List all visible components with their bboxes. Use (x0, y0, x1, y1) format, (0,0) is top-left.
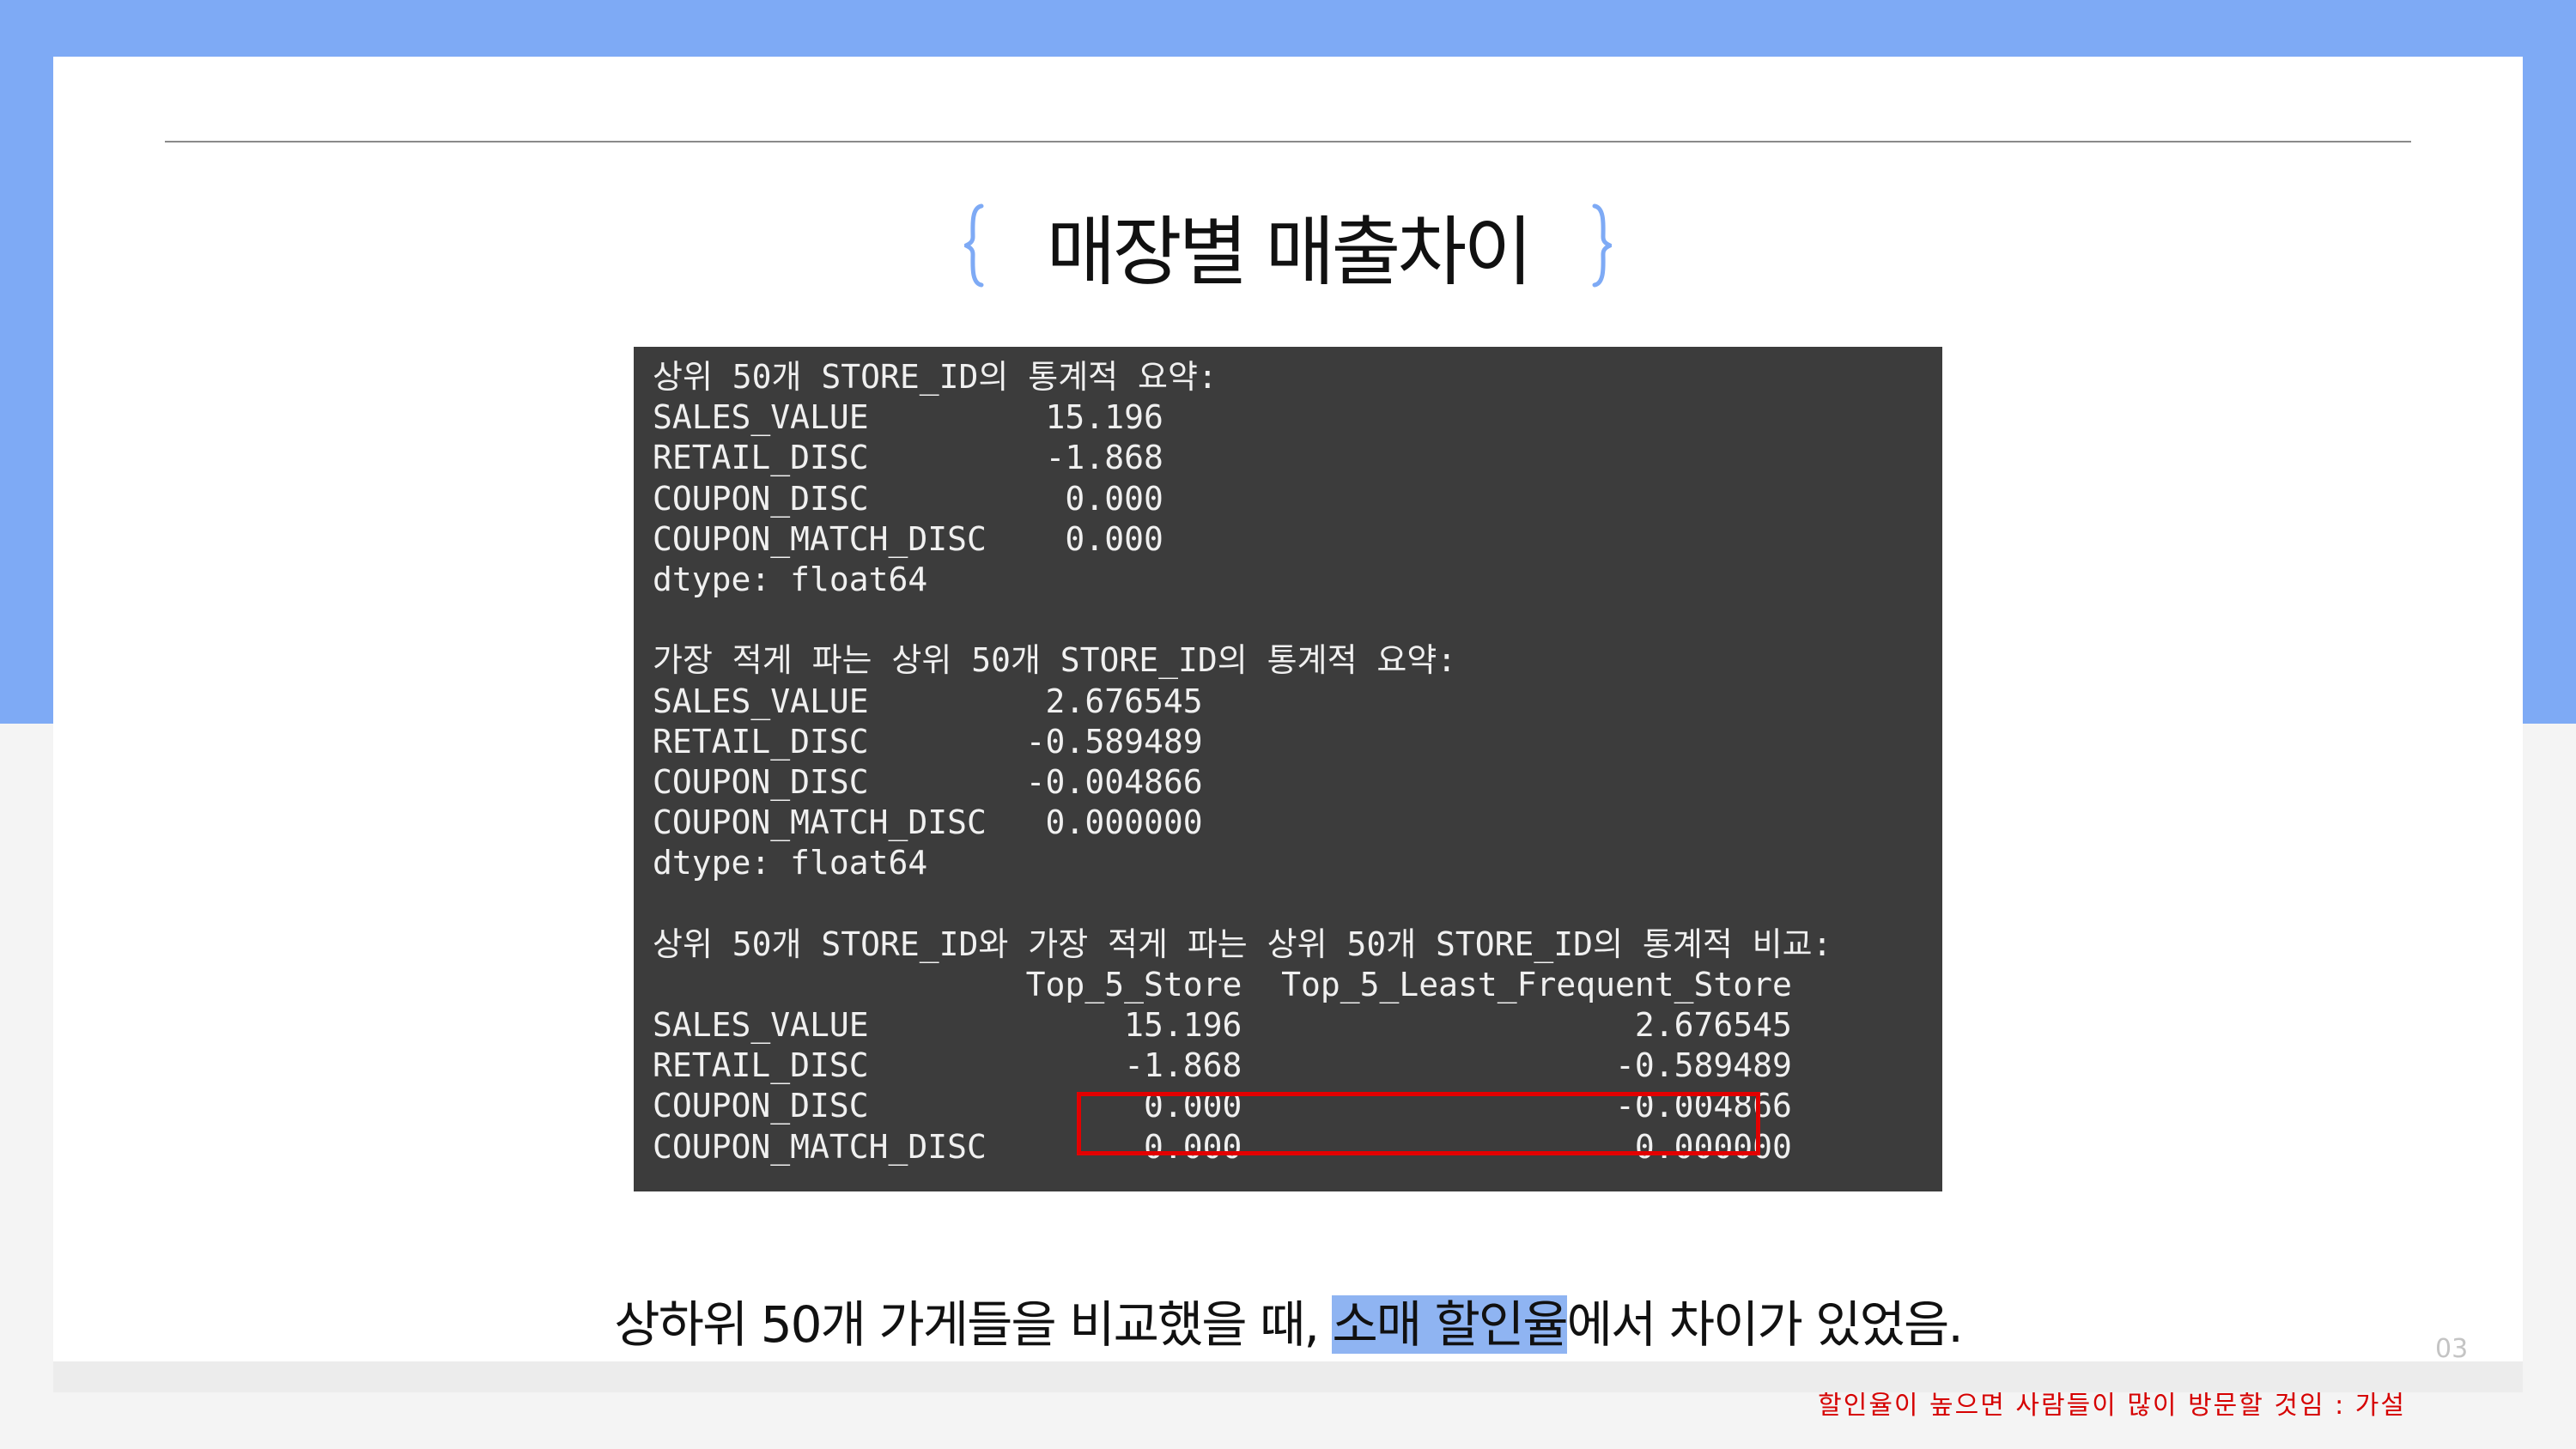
console-line: 가장 적게 파는 상위 50개 STORE_ID의 통계적 요약: (653, 641, 1457, 680)
summary-caption: 상하위 50개 가게들을 비교했을 때, 소매 할인율에서 차이가 있었음. (53, 1286, 2523, 1363)
console-line: SALES_VALUE 15.196 2.676545 (653, 1006, 1792, 1044)
title-row: 매장별 매출차이 (53, 185, 2523, 306)
page-number: 03 (2435, 1334, 2469, 1364)
console-line: Top_5_Store Top_5_Least_Frequent_Store (653, 965, 1792, 1003)
console-line: SALES_VALUE 15.196 (653, 398, 1163, 437)
top-divider (165, 141, 2411, 142)
console-output-screenshot: 상위 50개 STORE_ID의 통계적 요약: SALES_VALUE 15.… (634, 347, 1942, 1191)
console-line: COUPON_MATCH_DISC 0.000000 (653, 803, 1203, 842)
left-brace-icon (963, 203, 984, 288)
console-line: 상위 50개 STORE_ID와 가장 적게 파는 상위 50개 STORE_I… (653, 925, 1832, 963)
console-line: COUPON_DISC 0.000 (653, 479, 1163, 518)
caption-text-end: 에서 차이가 있었음. (1566, 1295, 1964, 1354)
caption-highlight: 소매 할인율 (1332, 1295, 1569, 1354)
slide-card: 매장별 매출차이 상위 50개 STORE_ID의 통계적 요약: SALES_… (53, 57, 2523, 1421)
console-line: RETAIL_DISC -1.868 -0.589489 (653, 1046, 1792, 1085)
slide-footer-band (53, 1361, 2523, 1392)
console-line: dtype: float64 (653, 844, 928, 882)
console-line: dtype: float64 (653, 560, 928, 598)
console-line: COUPON_MATCH_DISC 0.000 (653, 519, 1163, 558)
page-title: 매장별 매출차이 (1046, 207, 1534, 296)
console-line: 상위 50개 STORE_ID의 통계적 요약: (653, 358, 1218, 396)
retail-disc-highlight-box (1077, 1092, 1760, 1155)
console-line: RETAIL_DISC -0.589489 (653, 722, 1203, 761)
console-line: COUPON_DISC -0.004866 (653, 762, 1203, 801)
console-line: RETAIL_DISC -1.868 (653, 439, 1163, 477)
caption-text: 상하위 50개 가게들을 비교했을 때, (614, 1295, 1333, 1354)
right-brace-icon (1592, 203, 1613, 288)
console-line: SALES_VALUE 2.676545 (653, 682, 1203, 720)
